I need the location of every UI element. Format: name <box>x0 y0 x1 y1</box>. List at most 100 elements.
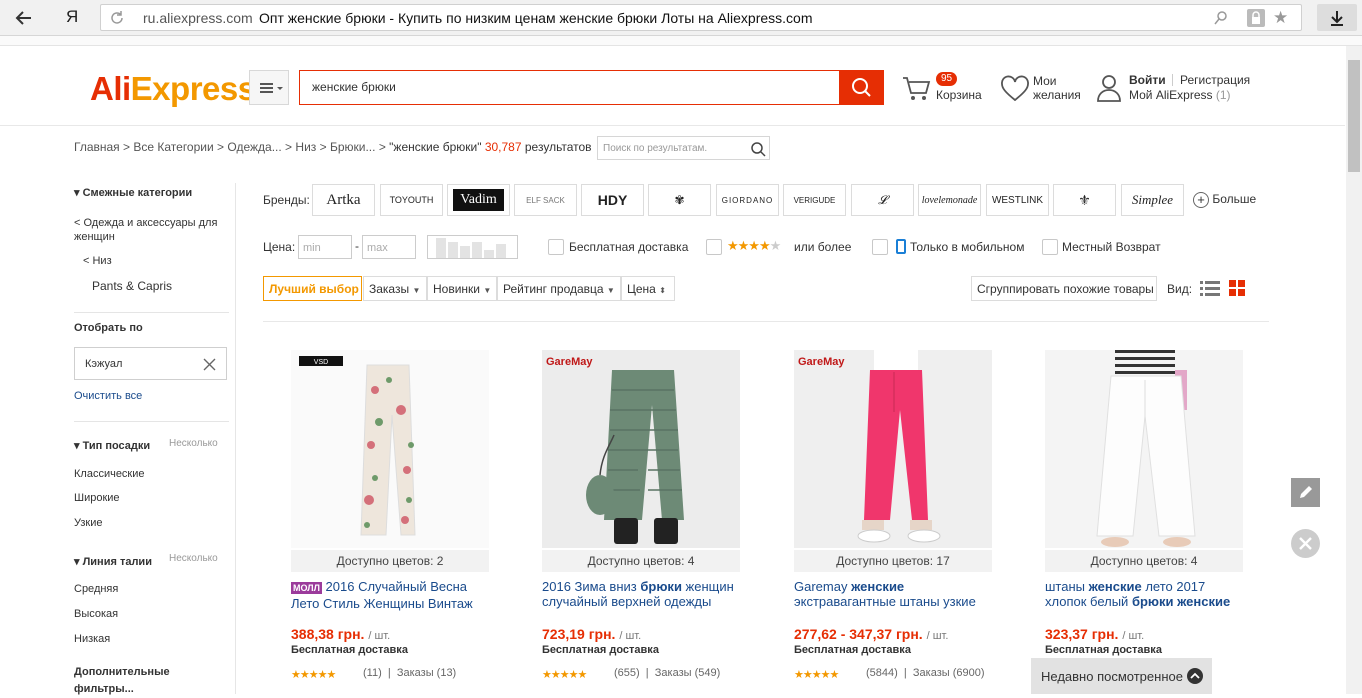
address-bar[interactable]: ru.aliexpress.com Опт женские брюки - Ку… <box>100 4 1302 31</box>
price-min-input[interactable]: min <box>298 235 352 259</box>
result-count: 30,787 <box>484 140 522 154</box>
product-image[interactable]: GareMay <box>542 350 740 548</box>
search-input[interactable]: женские брюки <box>299 70 839 105</box>
page-scrollbar[interactable] <box>1346 46 1362 694</box>
local-return-label[interactable]: Местный Возврат <box>1062 240 1161 254</box>
waist-option[interactable]: Высокая <box>74 608 118 620</box>
product-title[interactable]: МОЛЛ 2016 Случайный Весна Лето Стиль Жен… <box>291 579 491 611</box>
crumb-home[interactable]: Главная <box>74 140 120 154</box>
crumb-all-categories[interactable]: Все Категории <box>133 140 213 154</box>
brand-toyouth[interactable]: TOYOUTH <box>380 184 443 216</box>
brand-hdy[interactable]: HDY <box>581 184 644 216</box>
fit-option[interactable]: Широкие <box>74 492 120 504</box>
lock-icon[interactable] <box>1247 9 1265 27</box>
crumb-bottoms[interactable]: Низ <box>295 140 316 154</box>
search-within-results[interactable]: Поиск по результатам. <box>597 136 770 160</box>
rating-checkbox[interactable] <box>706 239 722 255</box>
reviews-orders[interactable]: (5844) | Заказы (6900) <box>866 667 985 679</box>
aliexpress-logo[interactable]: AliExpress™ <box>90 70 264 108</box>
download-icon[interactable] <box>1317 4 1357 31</box>
signin-link[interactable]: Войти <box>1129 73 1166 87</box>
brand-logo-9[interactable]: 𝓛 <box>851 184 914 216</box>
magnifier-icon[interactable] <box>750 141 766 157</box>
brand-elf-sack[interactable]: ELF SACK <box>514 184 577 216</box>
related-categories-title[interactable]: ▾ Смежные категории <box>74 186 192 199</box>
waist-line-title[interactable]: ▾ Линия талии <box>74 555 152 568</box>
price-histogram[interactable] <box>427 235 518 259</box>
fit-option[interactable]: Узкие <box>74 517 103 529</box>
scrollbar-thumb[interactable] <box>1348 60 1360 172</box>
brand-verigude[interactable]: VERIGUDE <box>783 184 846 216</box>
attribute-filter-field[interactable]: Кэжуал <box>74 347 227 380</box>
reviews-orders[interactable]: (655) | Заказы (549) <box>614 667 720 679</box>
heart-icon[interactable] <box>1000 75 1030 103</box>
group-similar-button[interactable]: Сгруппировать похожие товары <box>971 276 1157 301</box>
extra-filters-title[interactable]: Дополнительные фильтры... <box>74 664 194 698</box>
view-label: Вид: <box>1167 282 1193 296</box>
sort-seller-rating[interactable]: Рейтинг продавца ▼ <box>497 276 621 301</box>
waist-option[interactable]: Низкая <box>74 633 110 645</box>
brand-logo-12[interactable]: ⚜ <box>1053 184 1116 216</box>
back-arrow-icon[interactable] <box>14 8 34 28</box>
waist-multi-select[interactable]: Несколько <box>169 553 218 564</box>
sort-best-match[interactable]: Лучший выбор <box>263 276 362 301</box>
clear-all-link[interactable]: Очистить все <box>74 390 142 402</box>
category-parent-link[interactable]: < Одежда и аксессуары для женщин <box>74 216 224 244</box>
brand-simplee[interactable]: Simplee <box>1121 184 1184 216</box>
bookmark-star-icon[interactable]: ★ <box>1273 8 1288 28</box>
reviews-orders[interactable]: (11) | Заказы (13) <box>363 667 456 679</box>
fit-multi-select[interactable]: Несколько <box>169 438 218 449</box>
product-image[interactable]: VSD <box>291 350 489 548</box>
product-title[interactable]: штаны женские лето 2017 хлопок белый брю… <box>1045 579 1245 609</box>
waist-option[interactable]: Средняя <box>74 583 118 595</box>
product-title[interactable]: 2016 Зима вниз брюки женщин случайный ве… <box>542 579 742 609</box>
cart-icon[interactable] <box>901 73 931 103</box>
wishlist-label-2[interactable]: желания <box>1033 88 1081 102</box>
brand-westlink[interactable]: WESTLINK <box>986 184 1049 216</box>
recently-viewed-bar[interactable]: Недавно посмотренное <box>1031 658 1212 694</box>
product-price: 277,62 - 347,37 грн. / шт. <box>794 626 949 642</box>
brand-giordano[interactable]: GIORDANO <box>716 184 779 216</box>
close-circle-icon[interactable] <box>1291 529 1320 558</box>
brand-vadim[interactable]: Vadim <box>447 184 510 216</box>
product-image[interactable] <box>1045 350 1243 548</box>
brand-logo-10[interactable]: lovelemonade <box>918 184 981 216</box>
crumb-clothing[interactable]: Одежда... <box>227 140 281 154</box>
product-image[interactable]: GareMay <box>794 350 992 548</box>
sort-price[interactable]: Цена ⬍ <box>621 276 675 301</box>
product-title[interactable]: Garemay женские экстравагантные штаны уз… <box>794 579 994 609</box>
free-shipping-label[interactable]: Бесплатная доставка <box>569 240 688 254</box>
category-sub-link[interactable]: < Низ <box>83 255 112 267</box>
user-icon[interactable] <box>1096 73 1122 103</box>
mobile-only-label[interactable]: Только в мобильном <box>910 240 1024 254</box>
search-button[interactable] <box>839 70 884 105</box>
rating-more-label[interactable]: или более <box>794 240 851 254</box>
local-return-checkbox[interactable] <box>1042 239 1058 255</box>
fit-option[interactable]: Классические <box>74 468 145 480</box>
edit-pencil-icon[interactable] <box>1291 478 1320 507</box>
price-max-input[interactable]: max <box>362 235 416 259</box>
wishlist-label-1[interactable]: Мои <box>1033 74 1057 88</box>
more-brands-button[interactable]: + Больше <box>1193 192 1256 208</box>
free-shipping-checkbox[interactable] <box>548 239 564 255</box>
category-menu-button[interactable] <box>249 70 289 105</box>
search-key-icon[interactable] <box>1213 10 1229 26</box>
my-aliexpress-link[interactable]: Мой AliExpress (1) <box>1129 88 1231 102</box>
yandex-logo[interactable]: Я <box>66 7 78 27</box>
crumb-pants[interactable]: Брюки... <box>330 140 376 154</box>
chevron-up-icon[interactable] <box>1187 668 1203 684</box>
brand-logo-6[interactable]: ✾ <box>648 184 711 216</box>
rating-stars-filter[interactable]: ★★★★★ <box>727 238 781 254</box>
reload-icon[interactable] <box>109 10 125 26</box>
register-link[interactable]: Регистрация <box>1180 73 1250 87</box>
category-current[interactable]: Pants & Capris <box>92 279 172 293</box>
grid-view-icon[interactable] <box>1229 280 1247 298</box>
fit-type-title[interactable]: ▾ Тип посадки <box>74 439 150 452</box>
cart-label[interactable]: Корзина <box>936 88 982 102</box>
mobile-only-checkbox[interactable] <box>872 239 888 255</box>
clear-filter-icon[interactable] <box>203 358 216 371</box>
brand-artka[interactable]: Artka <box>312 184 375 216</box>
list-view-icon[interactable] <box>1200 280 1220 298</box>
sort-newest[interactable]: Новинки ▼ <box>427 276 497 301</box>
sort-orders[interactable]: Заказы ▼ <box>363 276 427 301</box>
